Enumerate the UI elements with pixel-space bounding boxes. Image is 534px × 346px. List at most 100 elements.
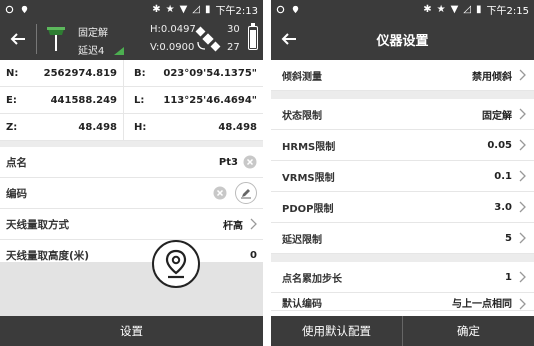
clear-icon[interactable] — [213, 186, 227, 200]
sync-icon — [276, 5, 285, 13]
chevron-right-icon — [519, 271, 526, 283]
coord-value: 2562974.819 — [22, 60, 124, 86]
instrument-settings-screen: ✱ ★ ▼ ◿ ▮ 下午2:15 仪器设置 倾斜测量 禁用倾斜 状态限制 固定解… — [271, 0, 534, 346]
chevron-right-icon — [519, 108, 526, 120]
coord-row: E: 441588.249 L: 113°25'46.4694" — [0, 87, 263, 114]
chevron-right-icon — [519, 232, 526, 244]
star-icon: ★ — [436, 3, 446, 15]
blank-area — [0, 262, 263, 316]
receiver-battery-icon — [248, 23, 258, 50]
use-default-label: 使用默认配置 — [302, 324, 371, 338]
collect-point-button[interactable] — [152, 240, 200, 288]
setting-pdop-limit[interactable]: PDOP限制 3.0 — [271, 192, 534, 223]
setting-default-code[interactable]: 默认编码 与上一点相同 — [271, 293, 534, 311]
code-library-button[interactable] — [235, 182, 257, 204]
antenna-height-label: 天线量取高度(米) — [6, 250, 90, 262]
sim-icon: ◿ — [463, 3, 472, 15]
battery-status-icon: ▮ — [205, 3, 211, 15]
setting-label: 点名累加步长 — [282, 273, 342, 285]
settings-label: 设置 — [120, 324, 143, 338]
setting-label: 状态限制 — [282, 110, 322, 122]
setting-value: 固定解 — [482, 110, 512, 122]
sat-count-top: 30 — [227, 24, 240, 35]
antenna-method-value: 杆高 — [223, 220, 243, 232]
coord-value: 48.498 — [218, 121, 257, 133]
status-bar: ✱ ★ ▼ ◿ ▮ 下午2:15 — [271, 0, 534, 18]
setting-label: 默认编码 — [282, 299, 322, 310]
setting-label: 延迟限制 — [282, 234, 322, 246]
chevron-right-icon — [519, 201, 526, 213]
coord-label: B: — [134, 67, 146, 79]
star-icon: ★ — [165, 3, 175, 15]
page-title: 仪器设置 — [376, 34, 429, 49]
point-name-field[interactable]: 点名 Pt3 — [0, 147, 263, 178]
confirm-label: 确定 — [457, 324, 480, 338]
chevron-right-icon — [250, 218, 257, 230]
setting-label: 倾斜测量 — [282, 71, 322, 83]
coord-value: 441588.249 — [22, 87, 124, 113]
coord-value: 113°25'46.4694" — [163, 94, 257, 106]
status-time: 下午2:15 — [486, 5, 529, 17]
coordinate-table: N: 2562974.819 B: 023°09'54.1375" E: 441… — [0, 60, 263, 141]
setting-vrms-limit[interactable]: VRMS限制 0.1 — [271, 161, 534, 192]
h-precision: H:0.0497 — [150, 24, 196, 35]
section-divider — [271, 254, 534, 262]
point-name-value[interactable]: Pt3 — [219, 157, 238, 168]
coord-row: Z: 48.498 H: 48.498 — [0, 114, 263, 141]
map-pin-icon — [165, 249, 187, 279]
coord-value: 48.498 — [22, 114, 124, 140]
coord-row: N: 2562974.819 B: 023°09'54.1375" — [0, 60, 263, 87]
coord-value: 023°09'54.1375" — [163, 67, 257, 79]
receiver-header: 固定解 延迟4 H:0.0497 V:0.0900 30 27 — [0, 18, 263, 60]
setting-label: VRMS限制 — [282, 172, 335, 184]
arrow-left-icon — [10, 33, 25, 45]
code-field[interactable]: 编码 — [0, 178, 263, 209]
coord-label: H: — [134, 121, 147, 133]
bluetooth-icon: ✱ — [423, 3, 432, 15]
action-bar: 使用默认配置 确定 — [271, 316, 534, 346]
setting-value: 禁用倾斜 — [472, 71, 512, 83]
clear-icon[interactable] — [243, 155, 257, 169]
satellite-icon[interactable] — [195, 26, 221, 52]
setting-value: 0.05 — [487, 139, 512, 151]
setting-status-limit[interactable]: 状态限制 固定解 — [271, 99, 534, 130]
coord-label: N: — [6, 67, 19, 79]
signal-icon — [114, 47, 124, 55]
back-button[interactable] — [8, 29, 28, 49]
wifi-icon: ▼ — [450, 3, 459, 15]
chevron-right-icon — [519, 69, 526, 81]
coord-label: E: — [6, 94, 17, 106]
battery-status-icon: ▮ — [476, 3, 482, 15]
settings-button[interactable]: 设置 — [0, 316, 263, 346]
setting-value: 0.1 — [494, 170, 512, 182]
bluetooth-icon: ✱ — [152, 3, 161, 15]
setting-value: 与上一点相同 — [452, 299, 512, 310]
status-time: 下午2:13 — [215, 5, 258, 17]
setting-delay-limit[interactable]: 延迟限制 5 — [271, 223, 534, 254]
point-name-label: 点名 — [6, 156, 27, 169]
delay-status: 延迟4 — [78, 46, 105, 57]
setting-name-increment[interactable]: 点名累加步长 1 — [271, 262, 534, 293]
v-precision: V:0.0900 — [150, 42, 195, 53]
rtk-receiver-icon[interactable] — [44, 25, 68, 53]
section-divider — [271, 91, 534, 99]
coord-label: L: — [134, 94, 145, 106]
location-icon — [292, 5, 299, 13]
setting-hrms-limit[interactable]: HRMS限制 0.05 — [271, 130, 534, 161]
wifi-icon: ▼ — [179, 3, 188, 15]
setting-value: 5 — [505, 232, 512, 244]
location-icon — [21, 5, 28, 13]
settings-header: 仪器设置 — [271, 18, 534, 60]
confirm-button[interactable]: 确定 — [402, 316, 534, 346]
code-label: 编码 — [6, 187, 27, 200]
status-bar: ✱ ★ ▼ ◿ ▮ 下午2:13 — [0, 0, 263, 18]
antenna-method-field[interactable]: 天线量取方式 杆高 — [0, 209, 263, 240]
use-default-button[interactable]: 使用默认配置 — [271, 316, 402, 346]
antenna-height-value[interactable]: 0 — [250, 250, 257, 261]
header-divider — [36, 24, 37, 54]
chevron-right-icon — [519, 139, 526, 151]
setting-label: PDOP限制 — [282, 203, 334, 215]
screen-gap — [263, 0, 271, 346]
coord-label: Z: — [6, 121, 18, 133]
setting-tilt[interactable]: 倾斜测量 禁用倾斜 — [271, 60, 534, 91]
